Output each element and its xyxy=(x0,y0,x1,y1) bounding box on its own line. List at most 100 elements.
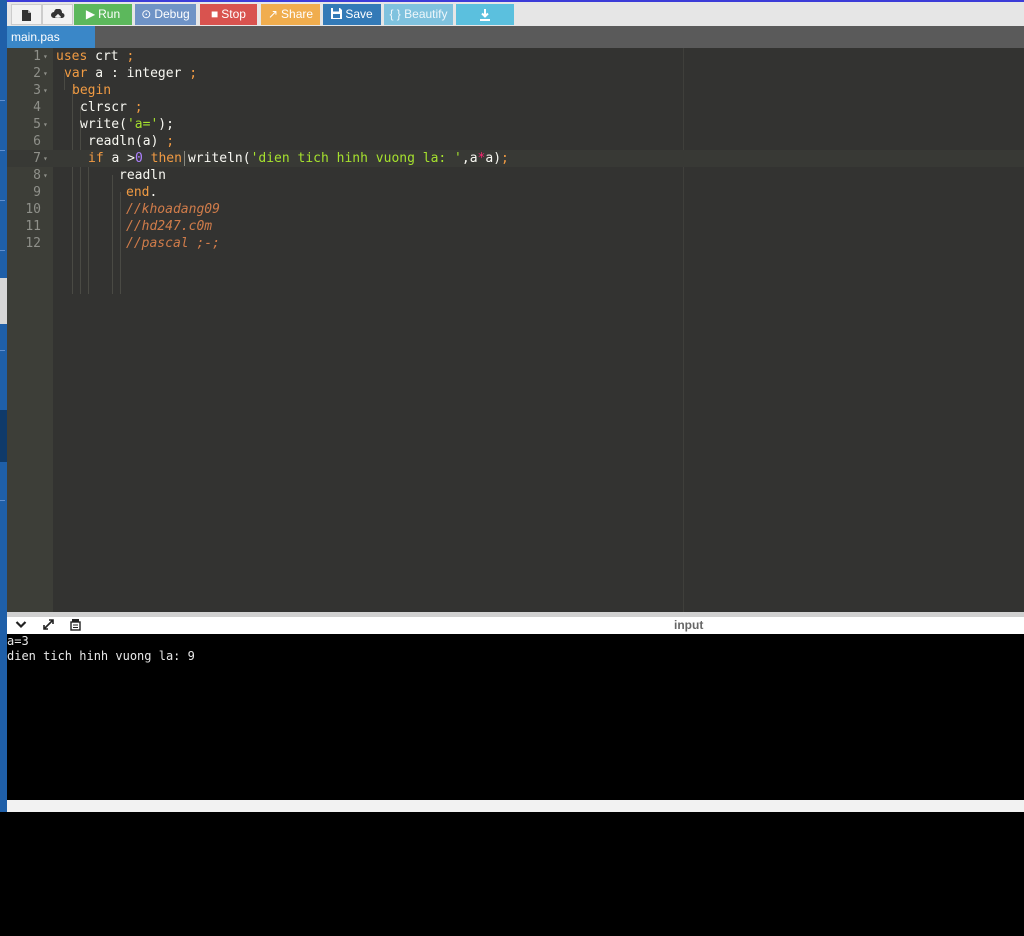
left-strip-tick xyxy=(0,150,5,151)
line-number: 10 xyxy=(25,202,41,217)
semicolon: ; xyxy=(501,151,509,166)
expand-icon xyxy=(42,619,55,634)
chevron-down-icon xyxy=(15,618,27,632)
code-line: 9 end. xyxy=(7,184,1024,201)
toolbar: ▶ Run ⊙ Debug ■ Stop ↗ Share Save { } Beauti… xyxy=(7,0,1024,26)
keyword: begin xyxy=(72,83,112,98)
identifier: writeln( xyxy=(187,151,251,166)
identifier: readln xyxy=(119,168,166,183)
line-number: 11 xyxy=(25,219,41,234)
console-line: a=3 xyxy=(7,634,29,648)
identifier: a xyxy=(103,151,128,166)
code-text: if a >0 then writeln('dien tich hinh vuon… xyxy=(88,150,509,167)
semicolon: ; xyxy=(134,100,143,115)
code-text: readln(a) ; xyxy=(88,133,174,150)
identifier: crt xyxy=(87,49,127,64)
file-icon xyxy=(21,8,32,22)
line-number: 4 xyxy=(33,100,41,115)
line-number: 3 xyxy=(33,83,41,98)
share-icon: ↗ xyxy=(267,7,279,21)
identifier: a) xyxy=(485,151,502,166)
left-strip-panel-dark xyxy=(0,410,7,462)
expand-output-button[interactable] xyxy=(40,618,56,633)
string: 'dien tich hinh vuong la: ' xyxy=(250,151,462,166)
output-toolbar: input xyxy=(7,617,1024,634)
fold-arrow-icon[interactable]: ▾ xyxy=(43,82,48,99)
clear-console-icon xyxy=(69,619,82,634)
fold-arrow-icon[interactable]: ▾ xyxy=(43,167,48,184)
semicolon: ; xyxy=(126,49,135,64)
floppy-icon xyxy=(331,4,343,25)
fold-arrow-icon[interactable]: ▾ xyxy=(43,116,48,133)
number: 0 xyxy=(134,151,143,166)
line-number: 7 xyxy=(33,151,41,166)
run-button[interactable]: ▶ Run xyxy=(74,4,132,25)
code-line: 10 //khoadang09 xyxy=(7,201,1024,218)
input-label[interactable]: input xyxy=(674,617,703,633)
operator: > xyxy=(127,151,135,166)
save-label: Save xyxy=(345,7,373,21)
stop-icon: ■ xyxy=(211,7,219,21)
upload-icon xyxy=(50,8,65,22)
tab-main-pas[interactable]: main.pas xyxy=(7,26,95,48)
left-strip-tick xyxy=(0,100,5,101)
line-number: 8 xyxy=(33,168,41,183)
line-number: 1 xyxy=(33,49,41,64)
code-text: //pascal ;-; xyxy=(126,235,220,252)
fold-arrow-icon[interactable]: ▾ xyxy=(43,48,48,65)
file-tab-bar: main.pas xyxy=(7,26,1024,48)
code-line: 1 ▾ uses crt ; xyxy=(7,48,1024,65)
beautify-label: { } Beautify xyxy=(389,7,448,21)
upload-button[interactable] xyxy=(42,4,73,25)
code-line: 4 clrscr ; xyxy=(7,99,1024,116)
keyword: then xyxy=(142,151,182,166)
line-number: 9 xyxy=(33,185,41,200)
code-line: 6 readln(a) ; xyxy=(7,133,1024,150)
identifier: write( xyxy=(80,117,127,132)
keyword: var xyxy=(64,66,88,81)
beautify-button[interactable]: { } Beautify xyxy=(384,4,453,25)
console-bottom-bar xyxy=(7,800,1024,812)
keyword: end xyxy=(126,185,150,200)
string: 'a=' xyxy=(126,117,159,132)
stop-button[interactable]: ■ Stop xyxy=(200,4,257,25)
keyword: uses xyxy=(56,49,88,64)
line-number: 12 xyxy=(25,236,41,251)
text-cursor xyxy=(183,151,185,166)
debug-icon: ⊙ xyxy=(141,7,152,21)
code-line: 5 ▾ write('a='); xyxy=(7,116,1024,133)
code-text: var a : integer ; xyxy=(64,65,197,82)
code-editor[interactable]: 1 ▾ uses crt ; 2 ▾ var a : integer ; 3 ▾… xyxy=(7,48,1024,612)
comment: //khoadang09 xyxy=(126,202,220,217)
clear-console-button[interactable] xyxy=(67,618,83,633)
left-strip-tick xyxy=(0,500,5,501)
new-file-button[interactable] xyxy=(11,4,42,25)
share-label: Share xyxy=(281,7,314,21)
comment: //hd247.c0m xyxy=(126,219,213,234)
download-icon xyxy=(479,7,491,22)
left-side-strip xyxy=(0,0,7,812)
left-strip-tick xyxy=(0,350,5,351)
download-button[interactable] xyxy=(456,4,514,25)
output-console[interactable]: a=3 dien tich hinh vuong la: 9 xyxy=(7,634,1024,800)
code-text: clrscr ; xyxy=(80,99,143,116)
code-text: readln xyxy=(119,167,166,184)
fold-arrow-icon[interactable]: ▾ xyxy=(43,150,48,167)
debug-button[interactable]: ⊙ Debug xyxy=(135,4,196,25)
left-strip-panel-light xyxy=(0,278,7,324)
collapse-output-button[interactable] xyxy=(13,618,29,633)
save-button[interactable]: Save xyxy=(323,4,381,25)
line-number: 5 xyxy=(33,117,41,132)
semicolon: ; xyxy=(166,134,175,149)
line-number: 6 xyxy=(33,134,41,149)
fold-arrow-icon[interactable]: ▾ xyxy=(43,65,48,82)
code-text: end. xyxy=(126,184,157,201)
identifier: ); xyxy=(158,117,174,132)
code-line: 2 ▾ var a : integer ; xyxy=(7,65,1024,82)
identifier: clrscr xyxy=(80,100,135,115)
code-text: //khoadang09 xyxy=(126,201,220,218)
share-button[interactable]: ↗ Share xyxy=(261,4,320,25)
left-strip-tick xyxy=(0,200,5,201)
console-line: dien tich hinh vuong la: 9 xyxy=(7,649,195,663)
code-text: begin xyxy=(72,82,111,99)
